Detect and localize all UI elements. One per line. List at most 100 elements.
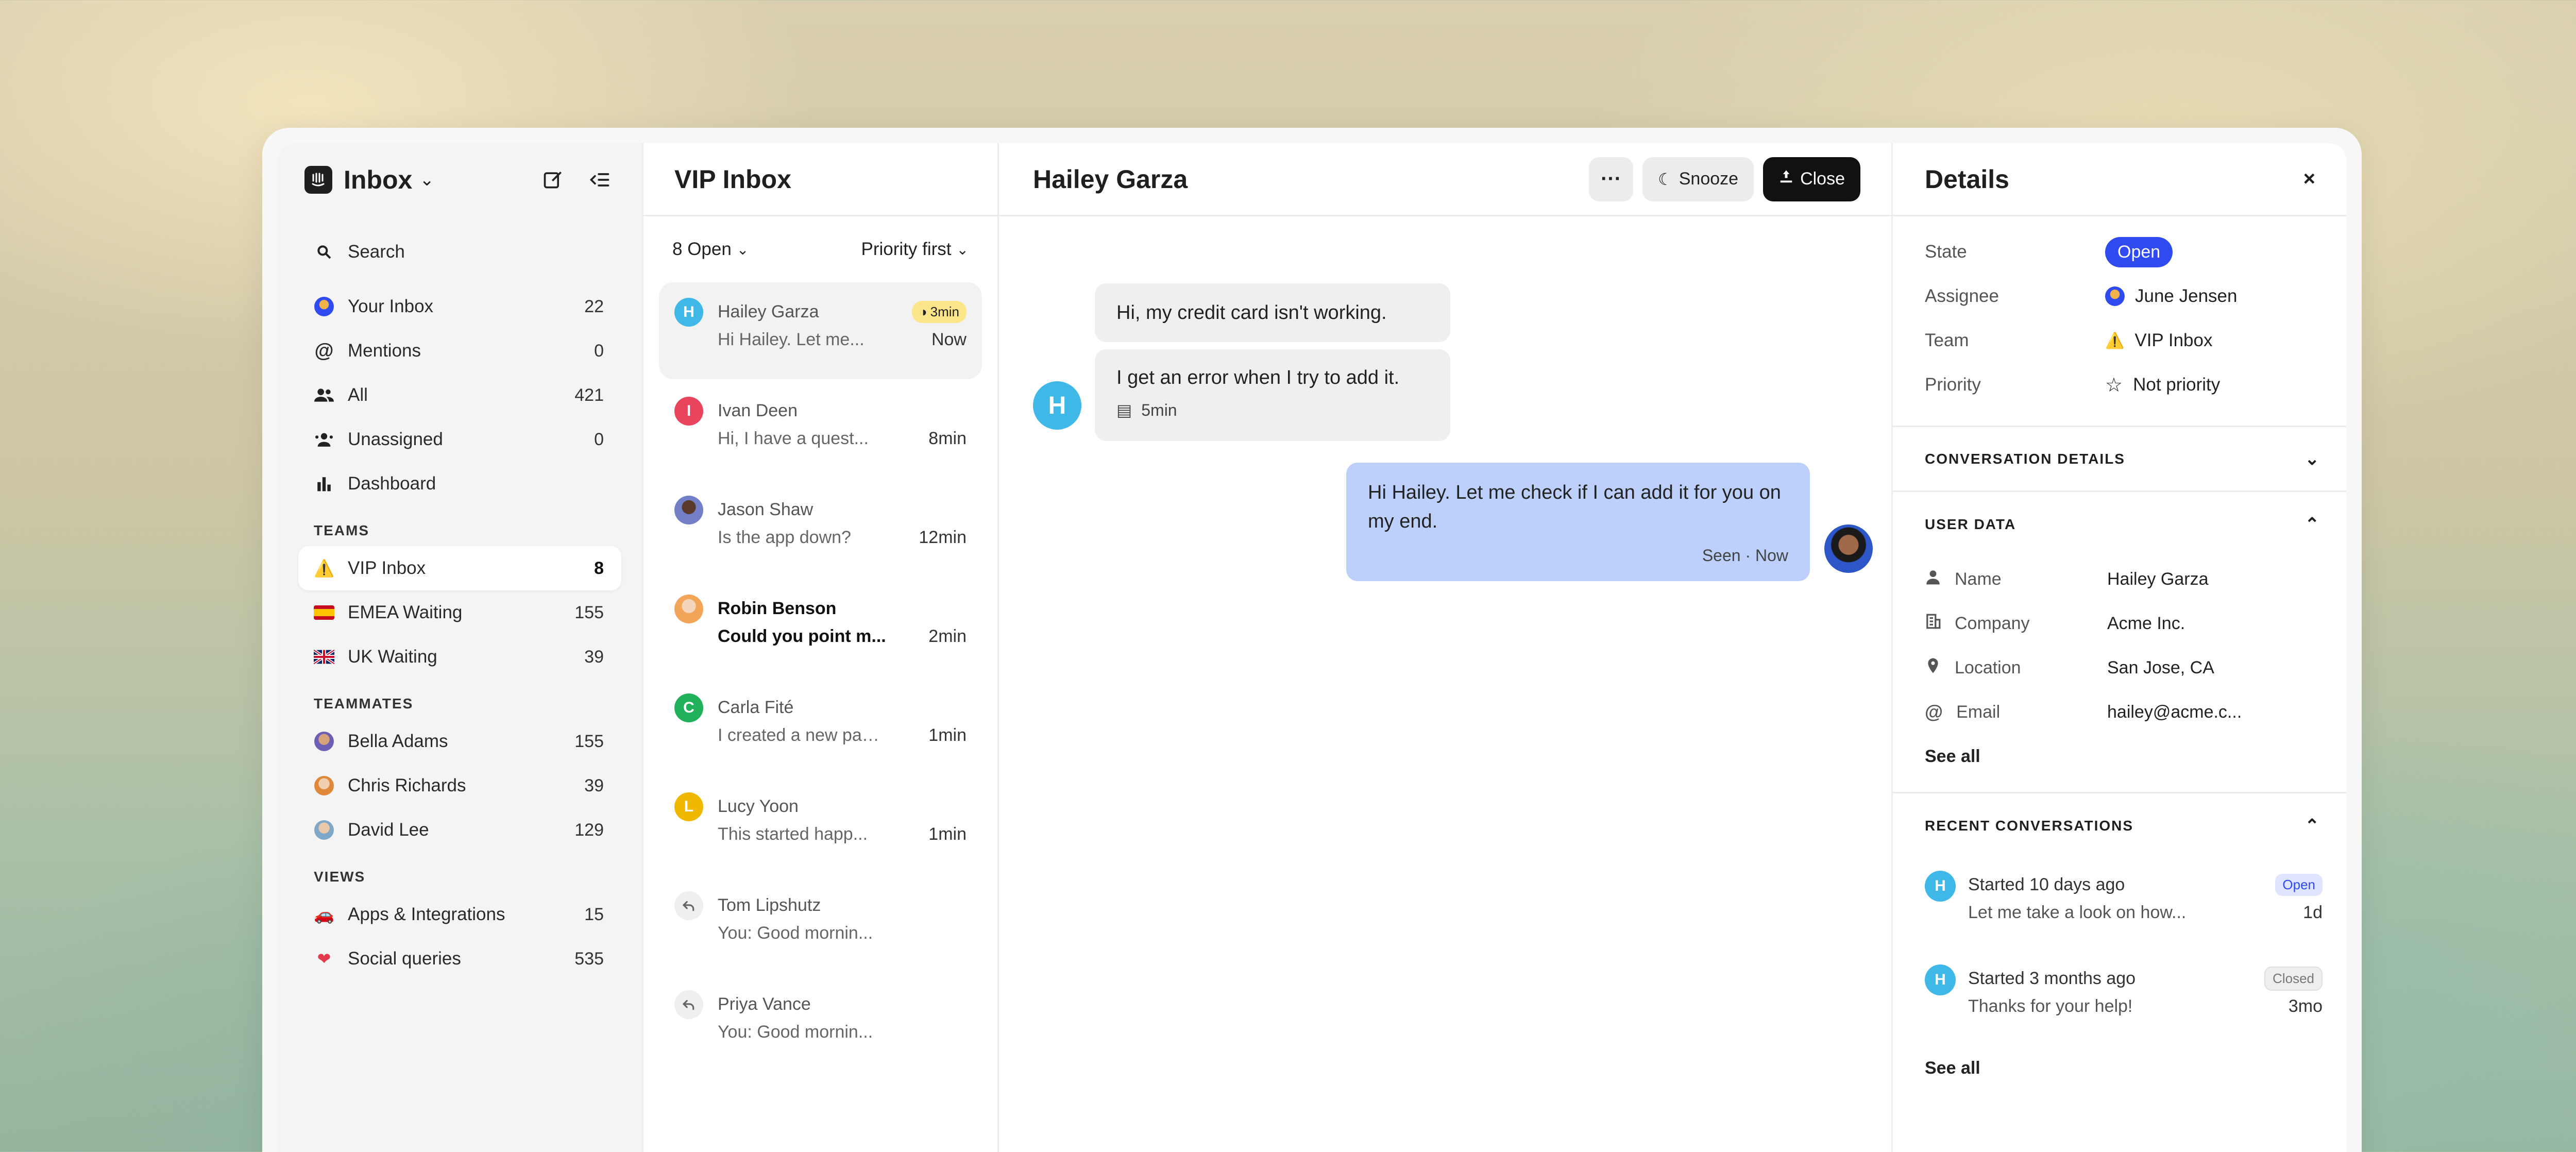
more-options-button[interactable]: ··· bbox=[1589, 157, 1634, 201]
user-data-label: Name bbox=[1955, 569, 2002, 589]
see-all-user-data-link[interactable]: See all bbox=[1925, 734, 2320, 778]
recent-conversations-section[interactable]: RECENT CONVERSATIONS ⌃ bbox=[1893, 793, 2346, 858]
inbox-title[interactable]: Inbox bbox=[344, 165, 412, 195]
list-item[interactable]: C Carla Fité I created a new page... 1min bbox=[659, 678, 982, 775]
message-status: Seen · Now bbox=[1702, 546, 1788, 565]
list-item[interactable]: I Ivan Deen Hi, I have a quest... 8min bbox=[659, 381, 982, 478]
sidebar-item-uk-waiting[interactable]: UK Waiting 39 bbox=[298, 635, 621, 679]
snooze-button[interactable]: ☾ Snooze bbox=[1642, 157, 1754, 201]
search-button[interactable]: Search bbox=[298, 230, 621, 274]
priority-field[interactable]: ☆ Not priority bbox=[2105, 374, 2220, 397]
sidebar-item-bella-adams[interactable]: Bella Adams 155 bbox=[298, 719, 621, 764]
compose-icon[interactable] bbox=[538, 164, 569, 195]
status-badge[interactable]: Open bbox=[2105, 236, 2173, 267]
sidebar-item-chris-richards[interactable]: Chris Richards 39 bbox=[298, 764, 621, 808]
uk-flag-icon bbox=[314, 647, 334, 667]
sidebar-item-david-lee[interactable]: David Lee 129 bbox=[298, 808, 621, 852]
assignee-field[interactable]: June Jensen bbox=[2105, 286, 2237, 307]
open-filter-label: 8 Open bbox=[672, 239, 732, 259]
user-data: Name Hailey Garza Company Acme Inc. Locati… bbox=[1893, 557, 2346, 793]
close-icon[interactable]: × bbox=[2303, 167, 2315, 191]
sidebar-item-label: Bella Adams bbox=[348, 731, 448, 751]
app-logo-icon[interactable] bbox=[304, 166, 332, 194]
list-item[interactable]: Jason Shaw Is the app down? 12min bbox=[659, 480, 982, 577]
user-data-value[interactable]: Hailey Garza bbox=[2107, 569, 2209, 589]
list-item[interactable]: H Started 10 days ago Open Let me take a … bbox=[1925, 858, 2323, 952]
list-item[interactable]: Priya Vance You: Good mornin... bbox=[659, 975, 982, 1072]
bar-chart-icon bbox=[314, 473, 334, 494]
warning-icon: ⚠️ bbox=[2105, 332, 2125, 349]
sidebar-item-all[interactable]: All 421 bbox=[298, 373, 621, 417]
conversation-time: 2min bbox=[928, 626, 967, 646]
sidebar-item-label: Chris Richards bbox=[348, 775, 466, 795]
conversation-details-section[interactable]: CONVERSATION DETAILS ⌄ bbox=[1893, 427, 2346, 492]
user-data-value[interactable]: San Jose, CA bbox=[2107, 658, 2214, 678]
avatar bbox=[314, 775, 334, 796]
recent-conversations: H Started 10 days ago Open Let me take a … bbox=[1893, 858, 2346, 1090]
close-conversation-button[interactable]: Close bbox=[1763, 157, 1860, 201]
team-field[interactable]: ⚠️ VIP Inbox bbox=[2105, 330, 2213, 351]
sidebar-header: Inbox ⌄ bbox=[298, 143, 621, 216]
search-icon bbox=[314, 242, 334, 262]
location-pin-icon bbox=[1925, 657, 1941, 679]
conversation-snippet: Hi, I have a quest... bbox=[718, 428, 869, 448]
avatar: H bbox=[1925, 964, 1956, 995]
section-heading: CONVERSATION DETAILS bbox=[1925, 450, 2125, 467]
app-window: Inbox ⌄ Search Your Inbox 22 @ Mentions … bbox=[262, 128, 2362, 1152]
user-data-value[interactable]: Acme Inc. bbox=[2107, 614, 2185, 634]
sort-dropdown[interactable]: Priority first ⌄ bbox=[861, 239, 969, 260]
user-data-label: Location bbox=[1955, 657, 2021, 677]
list-item[interactable]: H Started 3 months ago Closed Thanks for … bbox=[1925, 952, 2323, 1046]
user-data-value[interactable]: hailey@acme.c... bbox=[2107, 702, 2242, 722]
sidebar-item-dashboard[interactable]: Dashboard bbox=[298, 462, 621, 506]
sort-label: Priority first bbox=[861, 239, 952, 259]
app-shell: Inbox ⌄ Search Your Inbox 22 @ Mentions … bbox=[278, 143, 2346, 1152]
sidebar-item-count: 39 bbox=[584, 647, 604, 667]
sidebar-item-label: Unassigned bbox=[348, 429, 443, 449]
sidebar-item-mentions[interactable]: @ Mentions 0 bbox=[298, 329, 621, 373]
user-data-section[interactable]: USER DATA ⌃ bbox=[1893, 492, 2346, 557]
close-tray-icon bbox=[1778, 169, 1794, 189]
sidebar-item-vip-inbox[interactable]: ⚠️ VIP Inbox 8 bbox=[298, 546, 621, 590]
conversation-snippet: You: Good mornin... bbox=[718, 1022, 873, 1042]
list-item[interactable]: Tom Lipshutz You: Good mornin... bbox=[659, 876, 982, 973]
avatar: H bbox=[674, 298, 703, 327]
message-text: Hi Hailey. Let me check if I can add it … bbox=[1368, 482, 1781, 532]
at-icon: @ bbox=[314, 340, 334, 362]
recent-snippet: Let me take a look on how... bbox=[1968, 902, 2187, 922]
details-title: Details bbox=[1925, 164, 2009, 194]
list-item[interactable]: Robin Benson Could you point m... 2min bbox=[659, 579, 982, 676]
sidebar-item-label: EMEA Waiting bbox=[348, 602, 463, 622]
sidebar-item-your-inbox[interactable]: Your Inbox 22 bbox=[298, 284, 621, 329]
conversation-name: Ivan Deen bbox=[718, 400, 798, 420]
sla-badge: ◑ 3min bbox=[911, 300, 967, 323]
inbox-filters: 8 Open ⌄ Priority first ⌄ bbox=[659, 216, 982, 282]
collapse-sidebar-icon[interactable] bbox=[584, 164, 615, 195]
list-item[interactable]: H Hailey Garza ◑ 3min Hi Hailey. Let me..… bbox=[659, 282, 982, 379]
list-item[interactable]: L Lucy Yoon This started happ... 1min bbox=[659, 777, 982, 874]
conversation-time: Now bbox=[931, 329, 967, 349]
message-text: Hi, my credit card isn't working. bbox=[1116, 301, 1387, 324]
sidebar-item-emea-waiting[interactable]: EMEA Waiting 155 bbox=[298, 590, 621, 635]
chevron-down-icon[interactable]: ⌄ bbox=[419, 170, 434, 190]
sidebar-item-social-queries[interactable]: ❤ Social queries 535 bbox=[298, 937, 621, 981]
sidebar-item-unassigned[interactable]: Unassigned 0 bbox=[298, 417, 621, 462]
conversation-snippet: Could you point m... bbox=[718, 626, 886, 646]
conversation-attributes: State Open Assignee June Jensen Team ⚠️ VIP … bbox=[1893, 216, 2346, 427]
conversation-name: Priya Vance bbox=[718, 994, 811, 1014]
snooze-label: Snooze bbox=[1679, 169, 1739, 189]
sidebar-item-count: 39 bbox=[584, 775, 604, 795]
sidebar-item-apps-integrations[interactable]: 🚗 Apps & Integrations 15 bbox=[298, 892, 621, 937]
sidebar-item-count: 155 bbox=[574, 602, 604, 622]
sidebar-nav: Search Your Inbox 22 @ Mentions 0 All 42… bbox=[298, 216, 621, 981]
inbox-panel-title: VIP Inbox bbox=[674, 164, 791, 194]
people-icon bbox=[314, 385, 334, 405]
sidebar-item-label: Dashboard bbox=[348, 473, 436, 494]
open-filter-dropdown[interactable]: 8 Open ⌄ bbox=[672, 239, 749, 260]
section-heading: RECENT CONVERSATIONS bbox=[1925, 818, 2134, 834]
sidebar-item-label: Mentions bbox=[348, 341, 421, 361]
message-text: I get an error when I try to add it. bbox=[1116, 367, 1400, 388]
see-all-recent-link[interactable]: See all bbox=[1925, 1046, 2323, 1090]
sidebar-item-count: 8 bbox=[594, 558, 604, 578]
car-icon: 🚗 bbox=[314, 905, 334, 924]
